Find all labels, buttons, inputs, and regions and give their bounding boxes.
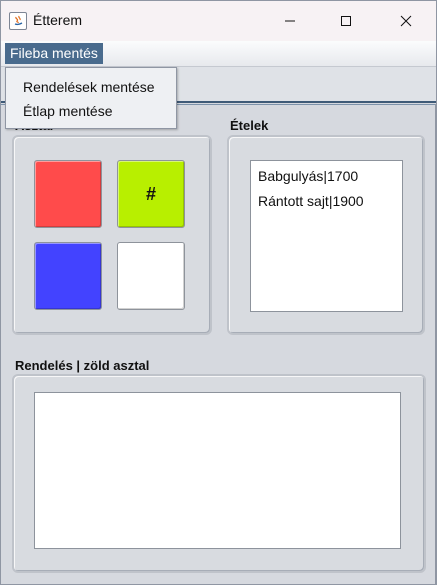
- list-item[interactable]: Rántott sajt|1900: [258, 193, 364, 209]
- table-button-blue[interactable]: [34, 242, 102, 310]
- list-item[interactable]: Babgulyás|1700: [258, 168, 358, 184]
- minimize-icon: [284, 15, 296, 27]
- menu-item-save-menu[interactable]: Étlap mentése: [23, 103, 113, 119]
- file-menu[interactable]: Fileba mentés: [5, 43, 103, 64]
- menu-bar: Fileba mentés: [1, 41, 436, 67]
- maximize-button[interactable]: [323, 1, 369, 41]
- order-text-area[interactable]: [34, 392, 401, 549]
- app-window: Étterem Fileba mentés Asztal #: [0, 0, 437, 585]
- maximize-icon: [340, 15, 352, 27]
- table-button-label: #: [145, 184, 156, 204]
- java-icon: [9, 12, 27, 30]
- table-button-white[interactable]: [117, 242, 185, 310]
- order-panel: [12, 374, 426, 573]
- table-button-green[interactable]: #: [117, 160, 185, 228]
- close-button[interactable]: [383, 1, 429, 41]
- file-menu-dropdown: Rendelések mentése Étlap mentése: [5, 67, 177, 129]
- menu-item-save-orders[interactable]: Rendelések mentése: [23, 79, 155, 95]
- minimize-button[interactable]: [267, 1, 313, 41]
- food-list[interactable]: Babgulyás|1700 Rántott sajt|1900: [250, 160, 403, 312]
- order-label: Rendelés | zöld asztal: [15, 358, 150, 373]
- tables-panel: #: [12, 135, 212, 335]
- food-panel: Babgulyás|1700 Rántott sajt|1900: [227, 135, 425, 335]
- window-title: Étterem: [33, 12, 83, 28]
- title-bar[interactable]: Étterem: [1, 1, 436, 41]
- close-icon: [399, 14, 413, 28]
- table-button-red[interactable]: [34, 160, 102, 228]
- food-label: Ételek: [230, 118, 269, 133]
